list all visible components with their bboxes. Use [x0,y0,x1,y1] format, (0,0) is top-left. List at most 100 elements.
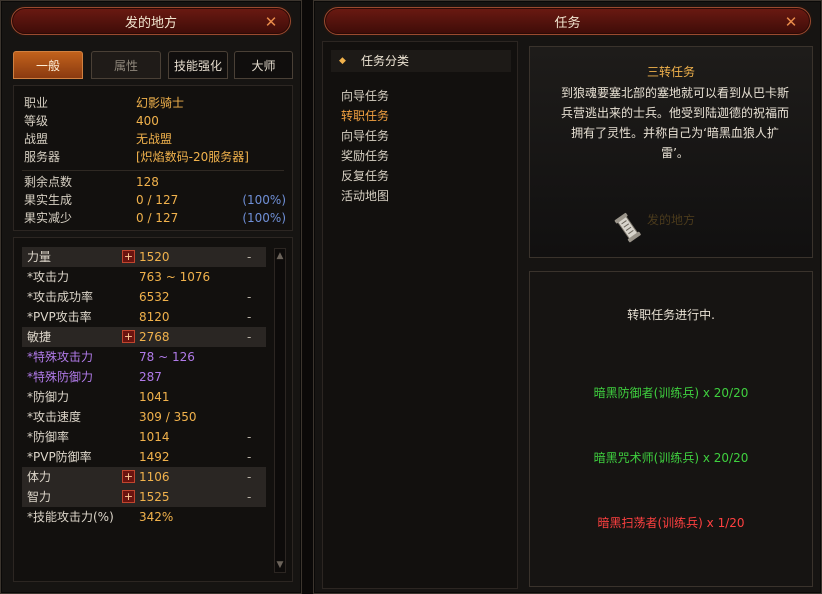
info-row-class: 职业 幻影骑士 [24,94,286,112]
stat-row-defense: *防御力 1041 [22,387,266,407]
info-label: 等级 [24,114,49,128]
info-value: 幻影骑士 [136,96,185,110]
add-point-button[interactable]: + [122,470,135,483]
info-label: 职业 [24,96,49,110]
stat-label: *PVP攻击率 [27,310,92,324]
quest-panel-titlebar[interactable]: 任务 ✕ [324,7,811,35]
quest-category-item[interactable]: 向导任务 [341,126,389,146]
quest-panel: 任务 ✕ ◆ 任务分类 向导任务 转职任务 向导任务 奖励任务 反复任务 活动地… [313,0,822,594]
quest-progress-state: 转职任务进行中. [627,308,715,322]
stat-label: *特殊防御力 [27,370,94,384]
info-row-server: 服务器 [炽焰数码-20服务器] [24,148,286,166]
scroll-down-arrow-icon[interactable]: ▼ [275,560,285,570]
add-point-button[interactable]: + [122,330,135,343]
stat-value: 8120 [139,310,170,324]
quest-objective-incomplete: 暗黑扫荡者(训练兵) x 1/20 [597,516,745,530]
stat-label: *攻击速度 [27,410,82,424]
stat-row-vitality: 体力 + 1106 - [22,467,266,487]
scroll-up-arrow-icon[interactable]: ▲ [275,251,285,261]
info-row-level: 等级 400 [24,112,286,130]
stat-value: 1520 [139,250,170,264]
points-row-fruit-reduce: 果实减少 0 / 127 (100%) [24,209,286,227]
points-value: 0 / 127 [136,211,179,225]
quest-category-title: 任务分类 [361,54,410,68]
stat-row-attack: *攻击力 763 ~ 1076 [22,267,266,287]
stat-row-hit-rate: *攻击成功率 6532 - [22,287,266,307]
character-tabs: 一般 属性 技能强化 大师 [13,51,293,81]
character-panel-title: 发的地方 [124,15,177,31]
quest-category-item[interactable]: 向导任务 [341,86,389,106]
quest-panel-title: 任务 [554,15,581,31]
tab-master[interactable]: 大师 [234,51,293,79]
stat-label: *特殊攻击力 [27,350,94,364]
stat-row-attack-speed: *攻击速度 309 / 350 [22,407,266,427]
stat-value: 6532 [139,290,170,304]
stat-value: 342% [139,510,174,524]
stat-label: 体力 [27,470,52,484]
stat-row-skill-attack: *技能攻击力(%) 342% [22,507,266,527]
stat-dash: - [247,490,252,504]
stats-box: 力量 + 1520 - *攻击力 763 ~ 1076 *攻击成功率 6532 … [13,237,293,582]
close-icon[interactable]: ✕ [262,13,280,31]
stat-row-pvp-defense: *PVP防御率 1492 - [22,447,266,467]
info-label: 战盟 [24,132,49,146]
character-info-box: 职业 幻影骑士 等级 400 战盟 无战盟 服务器 [炽焰数码-20服务器] 剩… [13,85,293,231]
stat-label: 力量 [27,250,52,264]
quest-category-item[interactable]: 反复任务 [341,166,389,186]
quest-description: 到狼魂要塞北部的塞地就可以看到从巴卡斯兵营逃出来的士兵。他受到陆迦德的祝福而拥有… [560,86,789,160]
watermark: 发的地方 [646,213,695,227]
tab-general[interactable]: 一般 [13,51,83,79]
stat-value: 287 [139,370,162,384]
stat-dash: - [247,430,252,444]
stat-label: *防御率 [27,430,70,444]
add-point-button[interactable]: + [122,250,135,263]
stat-row-strength: 力量 + 1520 - [22,247,266,267]
info-value: 400 [136,114,159,128]
close-icon[interactable]: ✕ [782,13,800,31]
stat-row-special-attack: *特殊攻击力 78 ~ 126 [22,347,266,367]
info-label: 服务器 [24,150,61,164]
points-label: 果实减少 [24,211,73,225]
stat-value: 1041 [139,390,170,404]
quest-category-item-selected[interactable]: 转职任务 [341,106,389,126]
stat-value: 1492 [139,450,170,464]
points-percent: (100%) [242,211,286,225]
character-panel-titlebar[interactable]: 发的地方 ✕ [11,7,291,35]
stat-label: *技能攻击力(%) [27,510,114,524]
quest-title: 三转任务 [646,65,695,79]
stat-label: 敏捷 [27,330,52,344]
quest-category-item[interactable]: 活动地图 [341,186,389,206]
quest-category-list: ◆ 任务分类 向导任务 转职任务 向导任务 奖励任务 反复任务 活动地图 [322,41,518,589]
info-row-guild: 战盟 无战盟 [24,130,286,148]
stat-value: 2768 [139,330,170,344]
quest-objective-complete: 暗黑咒术师(训练兵) x 20/20 [593,451,749,465]
quest-description-box: 三转任务 到狼魂要塞北部的塞地就可以看到从巴卡斯兵营逃出来的士兵。他受到陆迦德的… [529,46,813,258]
quest-progress-box: 转职任务进行中. 暗黑防御者(训练兵) x 20/20 暗黑咒术师(训练兵) x… [529,271,813,587]
stat-dash: - [247,470,252,484]
points-row-remaining: 剩余点数 128 [24,173,286,191]
points-label: 果实生成 [24,193,73,207]
stat-row-energy: 智力 + 1525 - [22,487,266,507]
stat-row-pvp-attack: *PVP攻击率 8120 - [22,307,266,327]
tab-attributes[interactable]: 属性 [91,51,161,79]
stat-label: *防御力 [27,390,70,404]
info-value: [炽焰数码-20服务器] [136,150,249,164]
add-point-button[interactable]: + [122,490,135,503]
points-label: 剩余点数 [24,175,73,189]
stat-dash: - [247,450,252,464]
quest-objective-complete: 暗黑防御者(训练兵) x 20/20 [593,386,749,400]
quest-category-header: ◆ 任务分类 [331,50,511,72]
character-info-panel: 发的地方 ✕ 一般 属性 技能强化 大师 职业 幻影骑士 等级 400 战盟 无… [0,0,302,594]
stat-row-agility: 敏捷 + 2768 - [22,327,266,347]
stat-dash: - [247,250,252,264]
divider [22,170,284,171]
points-percent: (100%) [242,193,286,207]
info-value: 无战盟 [136,132,173,146]
stat-row-defense-rate: *防御率 1014 - [22,427,266,447]
stat-dash: - [247,290,252,304]
stats-scrollbar[interactable]: ▲ ▼ [274,248,286,573]
scroll-item-icon[interactable] [612,211,644,245]
quest-category-item[interactable]: 奖励任务 [341,146,389,166]
tab-skill-enhance[interactable]: 技能强化 [168,51,228,79]
stat-label: *攻击力 [27,270,70,284]
